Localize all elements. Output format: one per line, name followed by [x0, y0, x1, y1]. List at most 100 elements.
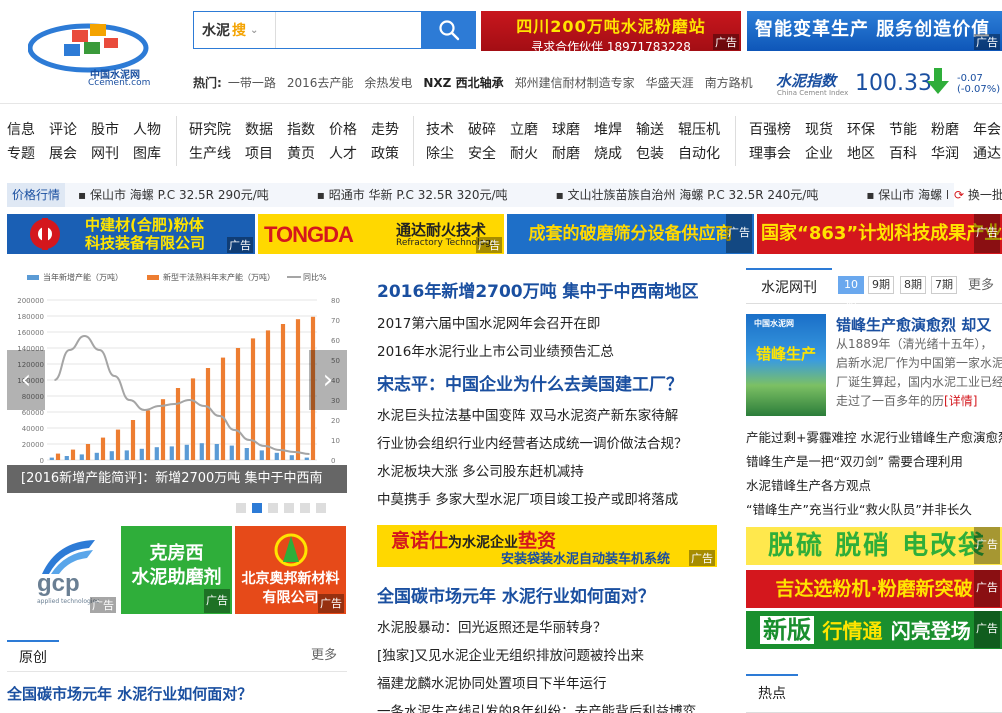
tile-ad-aobang[interactable]: 北京奥邦新材料 有限公司 广告 — [235, 526, 346, 614]
news-headline[interactable]: 全国碳市场元年 水泥行业如何面对？ — [377, 582, 655, 607]
nav-item[interactable]: 破碎 — [468, 118, 496, 142]
news-item[interactable]: 福建龙麟水泥协同处置项目下半年运行 — [377, 672, 607, 692]
nav-item[interactable]: 节能 — [889, 118, 917, 142]
nav-item[interactable]: 黄页 — [287, 142, 315, 166]
news-item[interactable]: 水泥股暴动：回光返照还是华丽转身？ — [377, 616, 607, 636]
hot-link[interactable]: 余热发电 — [364, 76, 412, 90]
ticker-item[interactable]: ▪ 保山市 海螺 P.O — [866, 188, 948, 202]
nav-item[interactable]: 企业 — [805, 142, 833, 166]
nav-item[interactable]: 包装 — [636, 142, 664, 166]
nav-item[interactable]: 理事会 — [749, 142, 791, 166]
nav-item[interactable]: 耐火 — [510, 142, 538, 166]
nav-item[interactable]: 图库 — [133, 142, 161, 166]
slider-dot[interactable] — [284, 503, 294, 513]
nav-item[interactable]: 指数 — [287, 118, 315, 142]
nav-item[interactable]: 展会 — [49, 142, 77, 166]
issue-tab[interactable]: 7期 — [931, 276, 957, 294]
slider-dot-active[interactable] — [252, 503, 262, 513]
slider-dot[interactable] — [268, 503, 278, 513]
banner-tongda[interactable]: TONGDA 通达耐火技术 Refractory Technology 广告 — [258, 214, 504, 254]
nav-item[interactable]: 球磨 — [552, 118, 580, 142]
nav-item[interactable]: 输送 — [636, 118, 664, 142]
nav-item[interactable]: 信息 — [7, 118, 35, 142]
magazine-article[interactable]: “错峰生产”充当行业“救火队员”并非长久 — [746, 499, 972, 518]
banner-cnbm-hefei[interactable]: 中建材(合肥)粉体 科技装备有限公司 广告 — [7, 214, 255, 254]
nav-item[interactable]: 堆焊 — [594, 118, 622, 142]
original-more-link[interactable]: 更多 — [311, 640, 337, 672]
nav-item[interactable]: 价格 — [329, 118, 357, 142]
tile-ad-gcp[interactable]: gcp applied technologies 广告 — [7, 526, 118, 614]
nav-item[interactable]: 通达 — [973, 142, 1001, 166]
nav-item[interactable]: 项目 — [245, 142, 273, 166]
nav-item[interactable]: 立磨 — [510, 118, 538, 142]
banner-863-base[interactable]: 国家“863”计划科技成果产业化基地 广告 — [757, 214, 1002, 254]
price-ticker-label[interactable]: 价格行情 — [7, 183, 65, 207]
slider-dot[interactable] — [316, 503, 326, 513]
cement-index-name[interactable]: 水泥指数 — [776, 70, 836, 91]
nav-item[interactable]: 耐磨 — [552, 142, 580, 166]
nav-item[interactable]: 百科 — [889, 142, 917, 166]
hot-link[interactable]: 一带一路 — [228, 76, 276, 90]
slider-caption[interactable]: [2016新增产能简评]：新增2700万吨 集中于中西南 — [7, 465, 347, 493]
nav-item[interactable]: 专题 — [7, 142, 35, 166]
news-item[interactable]: 2016年水泥行业上市公司业绩预告汇总 — [377, 340, 614, 360]
issue-tab-active[interactable]: 10期 — [838, 276, 864, 307]
nav-item[interactable]: 安全 — [468, 142, 496, 166]
hotspot-title[interactable]: 热点 — [746, 674, 798, 713]
magazine-article[interactable]: 错峰生产是一把“双刃剑” 需要合理利用 — [746, 451, 963, 470]
magazine-more-link[interactable]: 更多 — [968, 268, 994, 304]
news-item[interactable]: 一条水泥生产线引发的8年纠纷：去产能背后利益博弈 — [377, 700, 717, 713]
magazine-detail-link[interactable]: [详情] — [944, 394, 977, 408]
nav-item[interactable]: 自动化 — [678, 142, 720, 166]
slider-prev-button[interactable]: ‹ — [7, 350, 45, 410]
nav-item[interactable]: 华润 — [931, 142, 959, 166]
hot-link[interactable]: 华盛天涯 — [646, 76, 694, 90]
news-headline[interactable]: 宋志平：中国企业为什么去美国建工厂？ — [377, 370, 683, 395]
news-item[interactable]: [独家]又见水泥企业无组织排放问题被拎出来 — [377, 644, 644, 664]
right-ad-desulfurization[interactable]: 脱硫 脱硝 电改袋 广告 — [746, 527, 1002, 565]
header-ad-smart-production[interactable]: 智能变革生产 服务创造价值 广告 — [747, 11, 1002, 51]
nav-item[interactable]: 环保 — [847, 118, 875, 142]
right-ad-hangqingtong[interactable]: 新版 行情通 闪亮登场 广告 — [746, 611, 1002, 649]
ticker-item[interactable]: ▪ 文山壮族苗族自治州 海螺 P.C 32.5R 240元/吨 — [556, 188, 843, 202]
magazine-tab-title[interactable]: 水泥网刊 — [746, 268, 832, 304]
search-category-select[interactable]: 水泥搜 ⌄ — [194, 12, 276, 48]
news-item[interactable]: 水泥巨头拉法基中国变阵 双马水泥资产新东家待解 — [377, 404, 678, 424]
nav-item[interactable]: 粉磨 — [931, 118, 959, 142]
slider-dot[interactable] — [236, 503, 246, 513]
magazine-article[interactable]: 产能过剩+雾霾难控 水泥行业错峰生产愈演愈烈 — [746, 427, 1002, 446]
banner-crushing-equipment[interactable]: 成套的破磨筛分设备供应商 广告 — [507, 214, 754, 254]
nav-item[interactable]: 人才 — [329, 142, 357, 166]
news-headline[interactable]: 2016年新增2700万吨 集中于中西南地区 — [377, 277, 699, 302]
ticker-item[interactable]: ▪ 昭通市 华新 P.C 32.5R 320元/吨 — [317, 188, 532, 202]
hot-link[interactable]: 2016去产能 — [287, 76, 354, 90]
news-item[interactable]: 行业协会组织行业内经营者达成统一调价做法合规？ — [377, 432, 688, 452]
magazine-headline[interactable]: 错峰生产愈演愈烈 却又 — [836, 314, 991, 335]
nav-item[interactable]: 除尘 — [426, 142, 454, 166]
nav-item[interactable]: 政策 — [371, 142, 399, 166]
search-button[interactable] — [421, 11, 476, 49]
original-headline[interactable]: 全国碳市场元年 水泥行业如何面对？ — [7, 683, 252, 704]
nav-item[interactable]: 数据 — [245, 118, 273, 142]
nav-item[interactable]: 烧成 — [594, 142, 622, 166]
nav-item[interactable]: 网刊 — [91, 142, 119, 166]
nav-item[interactable]: 百强榜 — [749, 118, 791, 142]
hot-link[interactable]: NXZ 西北轴承 — [423, 76, 503, 90]
magazine-article[interactable]: 水泥错峰生产各方观点 — [746, 475, 871, 494]
ticker-item[interactable]: ▪ 保山市 海螺 P.C 32.5R 290元/吨 — [78, 188, 293, 202]
header-ad-grinding-station[interactable]: 四川200万吨水泥粉磨站 寻求合作伙伴 18971783228 广告 — [481, 11, 741, 54]
nav-item[interactable]: 人物 — [133, 118, 161, 142]
nav-item[interactable]: 现货 — [805, 118, 833, 142]
nav-item[interactable]: 地区 — [847, 142, 875, 166]
nav-item[interactable]: 生产线 — [189, 142, 231, 166]
middle-ad-yinuoshi[interactable]: 意诺仕为水泥企业垫资 安装袋装水泥自动装车机系统 广告 — [377, 525, 717, 567]
nav-item[interactable]: 辊压机 — [678, 118, 720, 142]
magazine-cover[interactable]: 中国水泥网 错峰生产 — [746, 314, 826, 416]
news-item[interactable]: 水泥板块大涨 多公司股东赶机减持 — [377, 460, 584, 480]
nav-item[interactable]: 年会 — [973, 118, 1001, 142]
nav-item[interactable]: 研究院 — [189, 118, 231, 142]
nav-item[interactable]: 技术 — [426, 118, 454, 142]
original-section-title[interactable]: 原创 — [7, 640, 59, 672]
nav-item[interactable]: 走势 — [371, 118, 399, 142]
news-item[interactable]: 2017第六届中国水泥网年会召开在即 — [377, 312, 600, 332]
